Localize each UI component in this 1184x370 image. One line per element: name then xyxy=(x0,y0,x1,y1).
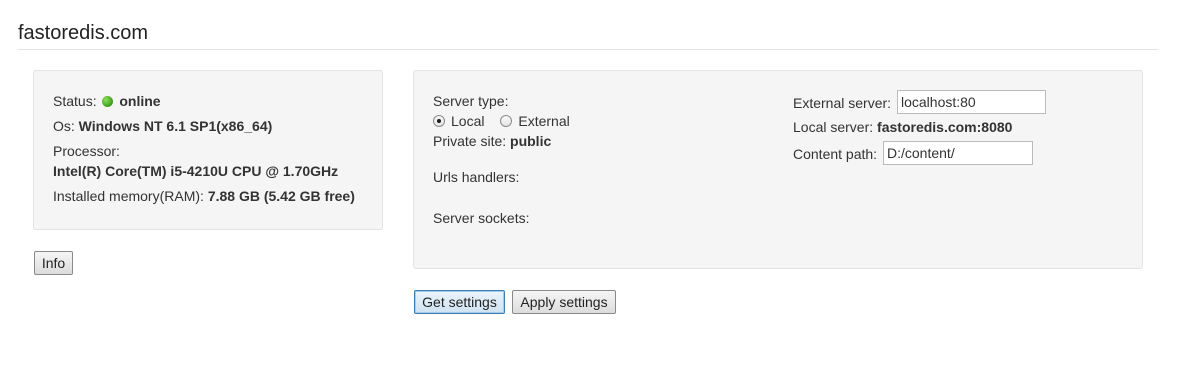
radio-external-label: External xyxy=(518,113,570,129)
info-button[interactable]: Info xyxy=(34,251,73,275)
server-type-label: Server type: xyxy=(433,93,509,109)
external-server-label: External server: xyxy=(793,95,892,111)
private-site-value: public xyxy=(510,133,552,149)
os-row: Os: Windows NT 6.1 SP1(x86_64) xyxy=(53,117,272,135)
apply-settings-button[interactable]: Apply settings xyxy=(512,290,616,314)
private-site-label: Private site: xyxy=(433,133,507,149)
os-value: Windows NT 6.1 SP1(x86_64) xyxy=(78,118,273,134)
content-path-input[interactable] xyxy=(883,141,1033,165)
memory-value: 7.88 GB (5.42 GB free) xyxy=(207,188,355,204)
status-value: online xyxy=(119,93,161,109)
local-server-value: fastoredis.com:8080 xyxy=(877,119,1013,135)
status-row: Status: online xyxy=(53,92,161,110)
memory-label: Installed memory(RAM): xyxy=(53,188,204,204)
server-type-radio-group: Local External xyxy=(433,112,570,130)
urls-handlers-label: Urls handlers: xyxy=(433,169,520,185)
local-server-row: Local server: fastoredis.com:8080 xyxy=(793,118,1012,136)
server-sockets-label: Server sockets: xyxy=(433,210,530,226)
page-title: fastoredis.com xyxy=(18,22,149,44)
processor-label: Processor: xyxy=(53,143,120,159)
online-status-icon xyxy=(102,96,114,107)
os-label: Os: xyxy=(53,118,75,134)
radio-local[interactable] xyxy=(433,115,445,127)
system-info-panel: Status: online Os: Windows NT 6.1 SP1(x8… xyxy=(33,70,383,230)
external-server-input[interactable] xyxy=(897,90,1046,114)
server-type-local-option[interactable]: Local xyxy=(433,113,488,129)
status-label: Status: xyxy=(53,93,97,109)
get-settings-button[interactable]: Get settings xyxy=(414,290,505,314)
content-path-label: Content path: xyxy=(793,146,878,162)
server-settings-panel: Server type: Local External Private site… xyxy=(413,70,1143,269)
processor-value: Intel(R) Core(TM) i5-4210U CPU @ 1.70GHz xyxy=(53,163,339,179)
server-type-external-option[interactable]: External xyxy=(500,113,570,129)
radio-local-label: Local xyxy=(451,113,485,129)
memory-row: Installed memory(RAM): 7.88 GB (5.42 GB … xyxy=(53,187,355,205)
private-site-row: Private site: public xyxy=(433,132,551,150)
radio-external[interactable] xyxy=(500,115,513,127)
local-server-label: Local server: xyxy=(793,119,874,135)
title-divider xyxy=(18,49,1158,50)
